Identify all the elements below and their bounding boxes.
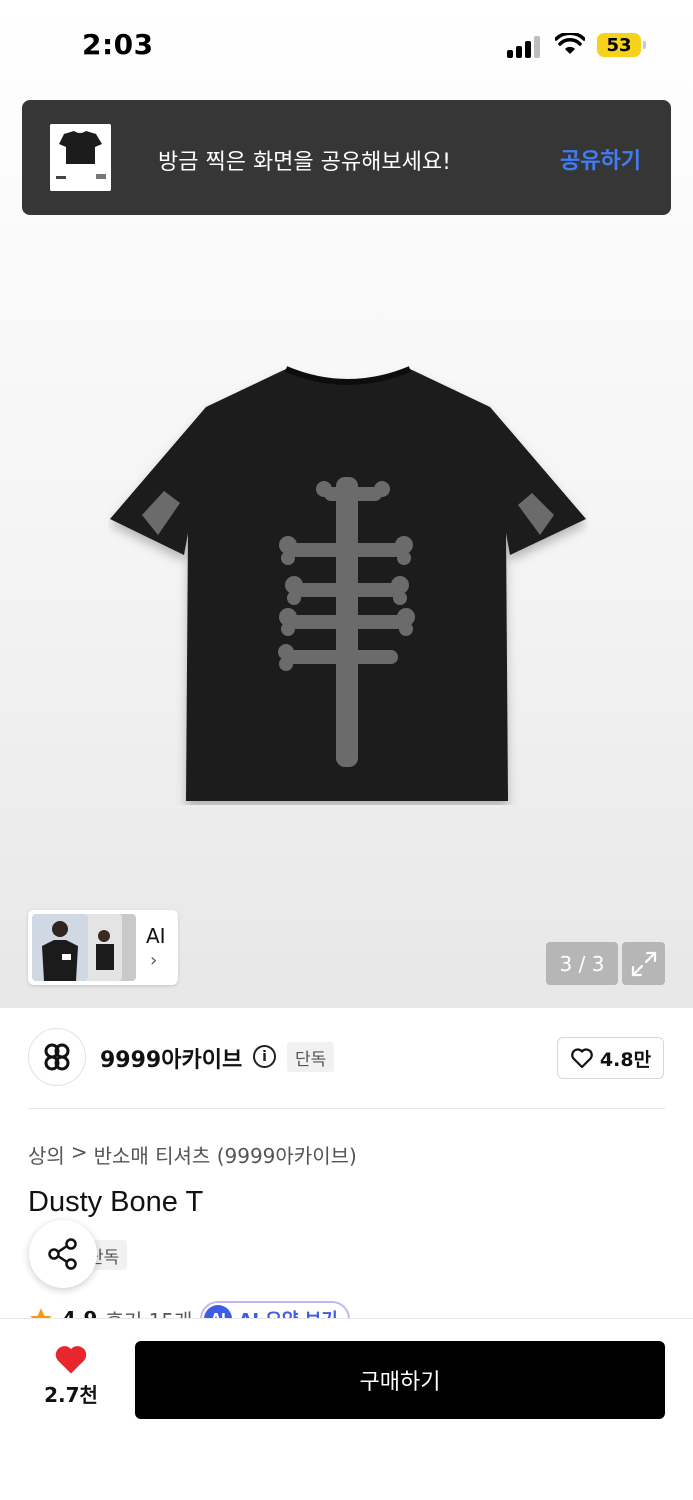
- review-count[interactable]: 후기 15개: [105, 1305, 192, 1319]
- battery-tip: [643, 41, 646, 49]
- screenshot-thumbnail[interactable]: [50, 124, 111, 191]
- brand-like-count: 4.8만: [599, 1048, 652, 1071]
- product-title: Dusty Bone T: [28, 1186, 204, 1218]
- toast-message: 방금 찍은 화면을 공유해보세요!: [158, 150, 451, 175]
- ai-summary-label: AI 요약 보기: [238, 1306, 337, 1318]
- rating-row: 4.9 후기 15개 AI AI 요약 보기: [28, 1298, 688, 1318]
- image-counter: 3 / 3: [546, 942, 618, 985]
- rating-value: 4.9: [62, 1307, 97, 1318]
- brand-like-button[interactable]: 4.8만: [557, 1037, 664, 1079]
- ai-summary-button[interactable]: AI AI 요약 보기: [200, 1301, 350, 1318]
- expand-icon[interactable]: [622, 942, 665, 985]
- ai-lookbook-thumbnails[interactable]: AI ›: [28, 910, 178, 985]
- ai-badge-icon: AI: [204, 1305, 233, 1318]
- buy-button[interactable]: 구매하기: [135, 1341, 665, 1419]
- share-now-button[interactable]: 공유하기: [560, 143, 641, 175]
- breadcrumb-separator: >: [70, 1140, 88, 1164]
- info-icon[interactable]: i: [253, 1045, 276, 1068]
- battery-indicator: 53: [597, 33, 641, 57]
- heart-icon: [55, 1346, 87, 1374]
- like-count: 2.7천: [44, 1383, 98, 1407]
- thumbnail-image: [84, 914, 122, 981]
- like-button[interactable]: 2.7천: [40, 1343, 102, 1413]
- star-icon: [30, 1308, 52, 1318]
- thumbnail-image: [32, 914, 88, 981]
- share-button[interactable]: [29, 1220, 97, 1288]
- signal-icon: [507, 34, 543, 58]
- brand-name[interactable]: 9999아카이브: [100, 1042, 242, 1074]
- product-image-area[interactable]: 2:03 53 방금 찍은 화면을 공유해보세요! 공유하기 AI › 3 / …: [0, 0, 693, 1008]
- breadcrumb: 상의 > 반소매 티셔츠 (9999아카이브): [28, 1140, 357, 1169]
- breadcrumb-subcategory[interactable]: 반소매 티셔츠 (9999아카이브): [94, 1140, 357, 1169]
- exclusive-badge: 단독: [287, 1042, 335, 1072]
- product-tshirt-image: [110, 366, 586, 801]
- brand-logo[interactable]: [28, 1028, 86, 1086]
- divider: [28, 1108, 665, 1109]
- share-toast: 방금 찍은 화면을 공유해보세요! 공유하기: [22, 100, 671, 215]
- share-icon: [48, 1238, 77, 1270]
- heart-outline-icon: [571, 1048, 593, 1069]
- bottom-action-bar: 2.7천 구매하기: [0, 1318, 693, 1500]
- status-bar: 2:03 53: [0, 0, 693, 92]
- status-time: 2:03: [82, 28, 154, 61]
- ai-label: AI: [146, 924, 166, 948]
- wifi-icon: [555, 33, 585, 54]
- breadcrumb-category[interactable]: 상의: [28, 1140, 65, 1169]
- chevron-right-icon: ›: [150, 950, 158, 971]
